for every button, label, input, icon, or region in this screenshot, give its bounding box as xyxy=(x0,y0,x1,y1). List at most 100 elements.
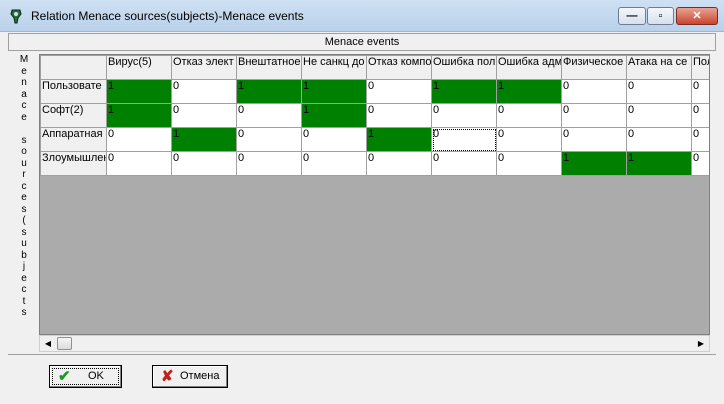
column-header[interactable]: Отказ компо xyxy=(366,55,432,80)
row-header[interactable]: Злоумышлен xyxy=(40,151,107,176)
row-group-label-char: t xyxy=(22,295,26,307)
header-row: Вирус(5) Отказ элект Внештатное Не санкц до… xyxy=(40,55,709,80)
relation-cell[interactable]: 1 xyxy=(171,127,237,152)
row-header[interactable]: Аппаратная xyxy=(40,127,107,152)
row-group-label-char: s xyxy=(21,307,27,318)
horizontal-scrollbar[interactable]: ◀ ▶ xyxy=(39,335,710,352)
relation-cell[interactable]: 0 xyxy=(171,79,237,104)
row-group-label-char: c xyxy=(21,284,27,295)
row-group-label-char: u xyxy=(21,157,27,169)
column-group-label: Menace events xyxy=(324,36,400,48)
relation-cell[interactable]: 0 xyxy=(691,79,709,104)
table-row: Софт(2) 1 0 0 1 0 0 0 0 0 0 xyxy=(40,103,709,128)
relation-cell[interactable]: 1 xyxy=(236,79,302,104)
relation-cell[interactable]: 0 xyxy=(301,151,367,176)
scroll-thumb[interactable] xyxy=(57,337,72,350)
row-group-label-char: e xyxy=(21,192,27,203)
cancel-label: Отмена xyxy=(180,370,220,382)
row-group-label-char: j xyxy=(22,261,26,272)
relation-cell[interactable]: 1 xyxy=(301,103,367,128)
relation-cell[interactable]: 0 xyxy=(171,103,237,128)
column-header[interactable]: Вирус(5) xyxy=(106,55,172,80)
ok-label: OK xyxy=(88,370,104,382)
ok-button[interactable]: ✔ OK xyxy=(49,365,122,388)
relation-cell[interactable]: 0 xyxy=(366,79,432,104)
relation-cell[interactable]: 0 xyxy=(366,103,432,128)
relation-cell[interactable]: 0 xyxy=(431,151,497,176)
relation-cell[interactable]: 0 xyxy=(561,127,627,152)
row-group-label-char: e xyxy=(21,111,27,123)
relation-cell[interactable]: 0 xyxy=(561,103,627,128)
relation-cell[interactable]: 0 xyxy=(626,103,692,128)
column-header[interactable]: Отказ элект xyxy=(171,55,237,80)
relation-cell[interactable]: 1 xyxy=(366,127,432,152)
relation-cell[interactable]: 0 xyxy=(431,127,497,152)
window-title: Relation Menace sources(subjects)-Menace… xyxy=(31,9,304,23)
row-group-label-char: u xyxy=(21,238,27,249)
relation-cell[interactable]: 1 xyxy=(301,79,367,104)
relation-cell[interactable]: 0 xyxy=(171,151,237,176)
maximize-button[interactable]: ▫ xyxy=(647,7,674,25)
row-group-label-char: c xyxy=(21,100,27,111)
relation-grid[interactable]: Вирус(5) Отказ элект Внештатное Не санкц до… xyxy=(39,54,710,335)
relation-cell[interactable]: 0 xyxy=(561,79,627,104)
row-group-label-char: s xyxy=(21,203,27,215)
relation-cell[interactable]: 0 xyxy=(366,151,432,176)
table-row: Злоумышлен 0 0 0 0 0 0 0 1 1 0 xyxy=(40,151,709,176)
right-edge xyxy=(710,54,716,351)
row-group-label-char: s xyxy=(21,226,27,238)
close-button[interactable]: ✕ xyxy=(676,7,718,25)
row-group-label-char: ( xyxy=(22,215,26,226)
relation-cell[interactable]: 0 xyxy=(431,103,497,128)
checkmark-icon: ✔ xyxy=(58,368,71,385)
cancel-button[interactable]: ✘ Отмена xyxy=(152,365,228,388)
relation-cell[interactable]: 1 xyxy=(496,79,562,104)
row-header[interactable]: Пользовате xyxy=(40,79,107,104)
relation-cell[interactable]: 0 xyxy=(236,127,302,152)
relation-cell[interactable]: 1 xyxy=(626,151,692,176)
row-group-label-char xyxy=(9,123,39,135)
relation-cell[interactable]: 0 xyxy=(691,151,709,176)
relation-cell[interactable]: 0 xyxy=(106,127,172,152)
row-group-label: Menace s o u r c e s(s u b j e c t s xyxy=(9,54,39,354)
relation-cell[interactable]: 0 xyxy=(626,127,692,152)
relation-cell[interactable]: 0 xyxy=(691,103,709,128)
column-header[interactable]: Пол xyxy=(691,55,709,80)
scroll-left-icon[interactable]: ◀ xyxy=(40,336,56,351)
scroll-right-icon[interactable]: ▶ xyxy=(693,336,709,351)
button-panel: ✔ OK ✘ Отмена xyxy=(8,354,716,399)
relation-cell[interactable]: 0 xyxy=(691,127,709,152)
title-bar[interactable]: Relation Menace sources(subjects)-Menace… xyxy=(0,0,724,32)
row-header[interactable]: Софт(2) xyxy=(40,103,107,128)
relation-cell[interactable]: 1 xyxy=(106,79,172,104)
relation-cell[interactable]: 0 xyxy=(236,103,302,128)
row-group-label-char: n xyxy=(21,77,27,88)
table-row: Аппаратная 0 1 0 0 1 0 0 0 0 0 xyxy=(40,127,709,152)
column-header[interactable]: Физическое xyxy=(561,55,627,80)
relation-cell[interactable]: 0 xyxy=(236,151,302,176)
relation-cell[interactable]: 0 xyxy=(106,151,172,176)
relation-cell[interactable]: 0 xyxy=(496,103,562,128)
minimize-button[interactable]: — xyxy=(618,7,646,25)
corner-cell xyxy=(40,55,107,80)
relation-cell[interactable]: 1 xyxy=(106,103,172,128)
row-group-label-char: s xyxy=(21,134,27,146)
relation-cell[interactable]: 0 xyxy=(626,79,692,104)
column-header[interactable]: Внештатное xyxy=(236,55,302,80)
relation-cell[interactable]: 1 xyxy=(431,79,497,104)
column-header[interactable]: Ошибка адм xyxy=(496,55,562,80)
relation-cell[interactable]: 0 xyxy=(496,151,562,176)
cross-icon: ✘ xyxy=(161,368,174,385)
relation-table[interactable]: Вирус(5) Отказ элект Внештатное Не санкц до… xyxy=(40,55,709,176)
relation-cell[interactable]: 1 xyxy=(561,151,627,176)
relation-cell[interactable]: 0 xyxy=(301,127,367,152)
row-group-label-char: a xyxy=(21,88,27,100)
column-header[interactable]: Атака на се xyxy=(626,55,692,80)
app-icon xyxy=(10,9,22,24)
column-header[interactable]: Не санкц до xyxy=(301,55,367,80)
relation-cell[interactable]: 0 xyxy=(496,127,562,152)
row-group-label-char: e xyxy=(21,272,27,284)
close-icon: ✕ xyxy=(692,10,702,22)
column-header[interactable]: Ошибка пол xyxy=(431,55,497,80)
row-group-label-char: M xyxy=(19,54,29,65)
